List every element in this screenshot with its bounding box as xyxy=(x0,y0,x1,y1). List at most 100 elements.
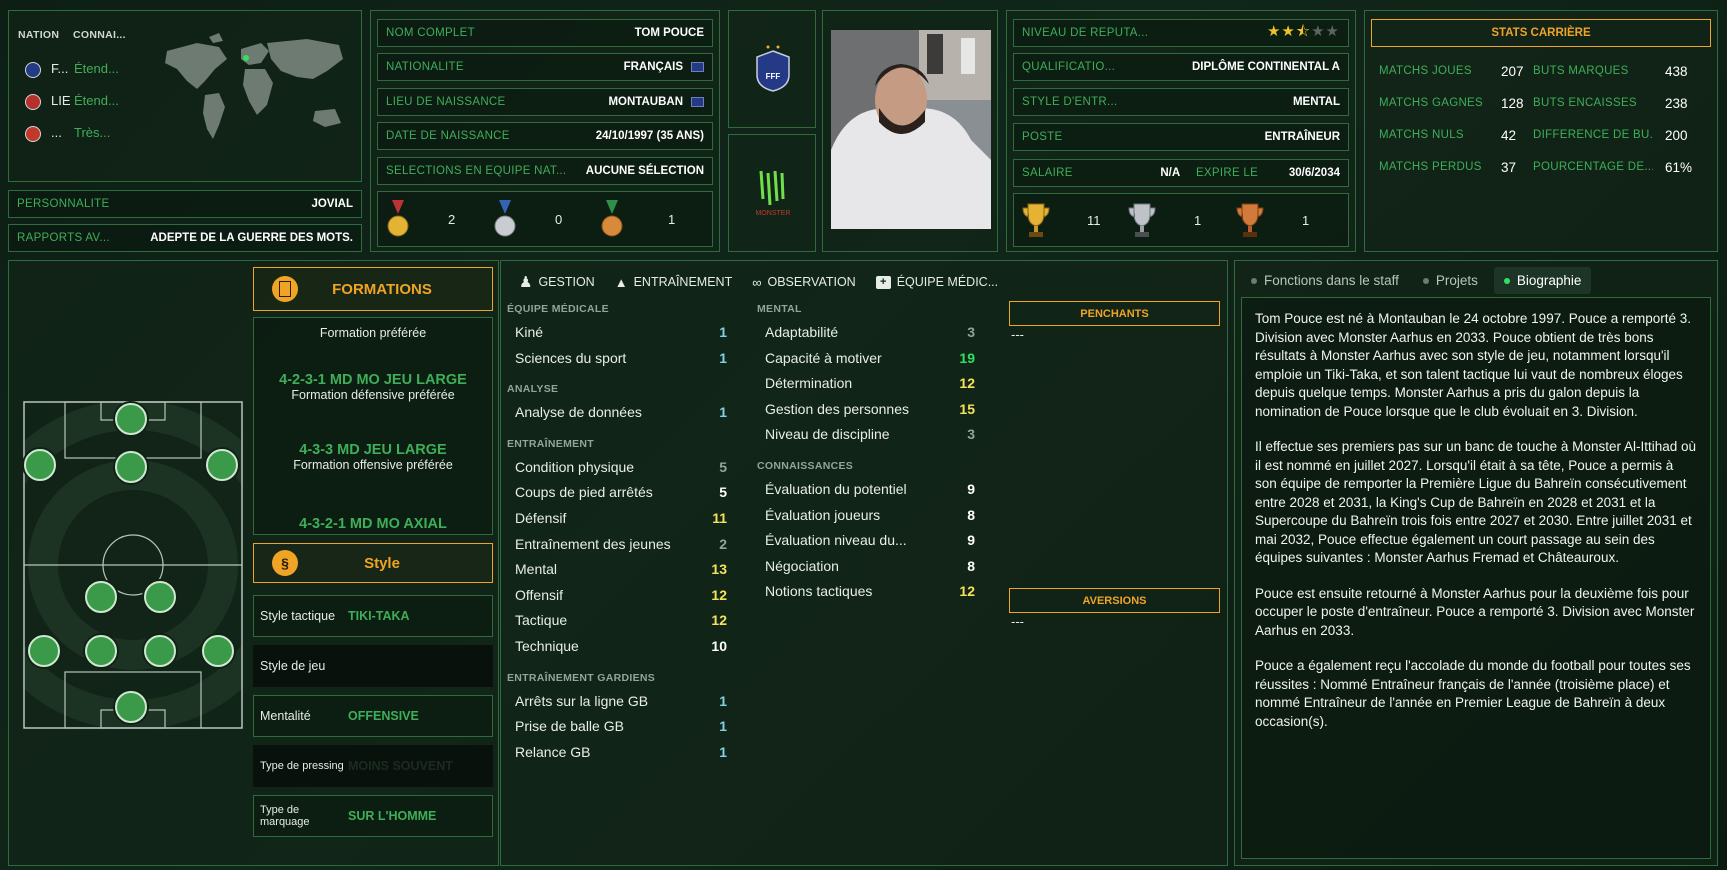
career-stat-label: BUTS MARQUÉS xyxy=(1533,65,1629,77)
style-row[interactable]: Mentalité OFFENSIVE xyxy=(253,695,493,737)
bio-paragraph: Tom Pouce est né à Montauban le 24 octob… xyxy=(1255,311,1692,419)
tab-entrainement[interactable]: ▲ ENTRAÎNEMENT xyxy=(615,273,733,291)
attribute-row: Tactique 12 xyxy=(515,612,727,628)
tab-biography[interactable]: Biographie xyxy=(1493,267,1592,294)
formation-defensive[interactable]: 4-2-3-1 MD MO JEU LARGE xyxy=(254,372,492,388)
tab-staff-functions[interactable]: Fonctions dans le staff xyxy=(1243,267,1407,294)
career-stat-value: 238 xyxy=(1665,96,1688,111)
tab-dot-icon xyxy=(1251,277,1257,284)
attribute-row: Défensif 11 xyxy=(515,510,727,526)
bronze-trophy-icon xyxy=(1236,203,1264,237)
formation-other[interactable]: 4-3-2-1 MD MO AXIAL xyxy=(254,516,492,532)
personality-label: PERSONNALITÉ xyxy=(17,198,110,210)
media-row: RAPPORTS AV... ADEPTE DE LA GUERRE DES M… xyxy=(8,224,362,252)
attribute-group-header: ANALYSE xyxy=(507,383,559,396)
attribute-row: Offensif 12 xyxy=(515,587,727,603)
photo-panel xyxy=(822,10,998,252)
identity-label: NOM COMPLET xyxy=(386,27,475,39)
player-dot xyxy=(115,403,147,435)
contract-label: STYLE D'ENTR... xyxy=(1022,96,1118,108)
style-row[interactable]: Style de jeu xyxy=(253,645,493,687)
attribute-value: 1 xyxy=(719,718,727,735)
style-header[interactable]: § Style xyxy=(253,543,493,583)
style-value: OFFENSIVE xyxy=(348,709,419,723)
attribute-row: Adaptabilité 3 xyxy=(765,324,975,340)
career-stat-value: 37 xyxy=(1501,160,1517,175)
attribute-value: 9 xyxy=(967,532,975,549)
attribute-value: 12 xyxy=(711,612,727,629)
attribute-name: Défensif xyxy=(515,510,567,526)
silver-trophy-count: 1 xyxy=(1194,213,1202,228)
attribute-row: Négociation 8 xyxy=(765,558,975,574)
tab-gestion[interactable]: ♟ GESTION xyxy=(519,273,595,291)
career-stat-label: DIFFÉRENCE DE BU... xyxy=(1533,129,1653,141)
biography-text: Tom Pouce est né à Montauban le 24 octob… xyxy=(1241,297,1711,859)
formation-defensive-caption: Formation défensive préférée xyxy=(291,388,455,402)
attribute-value: 12 xyxy=(959,583,975,600)
tab-observation[interactable]: ∞ OBSERVATION xyxy=(752,273,856,291)
attribute-name: Gestion des personnes xyxy=(765,400,909,417)
attribute-row: Évaluation niveau du... 9 xyxy=(765,532,975,548)
style-value: TIKI-TAKA xyxy=(348,609,410,623)
tab-dot-icon xyxy=(1503,277,1510,284)
binoculars-icon: ∞ xyxy=(752,274,762,290)
style-row[interactable]: Type de pressing MOINS SOUVENT xyxy=(253,745,493,787)
nation-flag-icon xyxy=(25,62,41,78)
player-dot xyxy=(85,581,117,613)
attribute-row: Gestion des personnes 15 xyxy=(765,401,975,417)
identity-label: LIEU DE NAISSANCE xyxy=(386,95,506,108)
style-row[interactable]: Type de marquage SUR L'HOMME xyxy=(253,795,493,837)
player-dot xyxy=(144,581,176,613)
contract-label: POSTE xyxy=(1022,131,1063,143)
sponsor-badge-panel: MONSTER xyxy=(728,134,816,252)
style-row[interactable]: Style tactique TIKI-TAKA xyxy=(253,595,493,637)
identity-row: NOM COMPLET TOM POUCE xyxy=(377,19,713,47)
monster-logo-icon: MONSTER xyxy=(756,170,791,217)
attribute-value: 1 xyxy=(719,404,727,421)
nation-name[interactable]: ... xyxy=(51,125,62,140)
career-stat-label: MATCHS PERDUS xyxy=(1379,161,1482,173)
contract-value: DIPLÔME CONTINENTAL A xyxy=(1191,61,1340,73)
style-value: SUR L'HOMME xyxy=(348,809,437,823)
dislikes-header: AVERSIONS xyxy=(1009,588,1220,613)
federation-badge-panel: FFF xyxy=(728,10,816,128)
career-stat-label: MATCHS JOUÉS xyxy=(1379,65,1472,77)
attribute-name: Détermination xyxy=(765,375,853,392)
bio-paragraph: Pouce a également reçu l'accolade du mon… xyxy=(1255,658,1691,729)
attribute-name: Négociation xyxy=(765,557,839,574)
attribute-value: 19 xyxy=(959,349,975,366)
tab-projects[interactable]: Projets xyxy=(1415,267,1486,294)
career-stat-value: 438 xyxy=(1665,64,1688,79)
attribute-row: Niveau de discipline 3 xyxy=(765,426,975,442)
career-stat-value: 207 xyxy=(1501,64,1524,79)
gold-trophy-count: 11 xyxy=(1087,213,1101,228)
player-dot xyxy=(28,635,60,667)
identity-row: DATE DE NAISSANCE 24/10/1997 (35 ANS) xyxy=(377,122,713,151)
attribute-name: Niveau de discipline xyxy=(765,426,890,443)
nation-name[interactable]: F... xyxy=(51,61,68,76)
nation-name[interactable]: LIE xyxy=(51,93,71,108)
bronze-medal-icon xyxy=(601,200,623,237)
attribute-name: Arrêts sur la ligne GB xyxy=(515,692,649,709)
gold-medal-icon xyxy=(387,200,409,237)
formation-offensive[interactable]: 4-3-3 MD JEU LARGE xyxy=(254,442,492,458)
player-dot xyxy=(206,449,238,481)
media-label: RAPPORTS AV... xyxy=(17,232,110,244)
nation-header: NATION xyxy=(18,29,60,41)
attribute-row: Relance GB 1 xyxy=(515,744,727,760)
formation-offensive-caption: Formation offensive préférée xyxy=(293,458,453,472)
attribute-group-header: ÉQUIPE MÉDICALE xyxy=(507,303,609,315)
formations-box: Formation préférée 4-2-3-1 MD MO JEU LAR… xyxy=(253,317,493,535)
formations-header[interactable]: FORMATIONS xyxy=(253,267,493,311)
attribute-name: Mental xyxy=(515,561,558,578)
likes-value: --- xyxy=(1011,327,1024,342)
career-stat-label: POURCENTAGE DE... xyxy=(1533,161,1653,173)
salary-value: N/A xyxy=(1160,167,1181,179)
attribute-value: 1 xyxy=(719,692,727,709)
bio-tabs: Fonctions dans le staff Projets Biograph… xyxy=(1243,267,1592,294)
tab-medical[interactable]: + ÉQUIPE MÉDIC... xyxy=(875,273,998,291)
career-stats-title: STATS CARRIÈRE xyxy=(1371,19,1711,47)
contract-panel: NIVEAU DE RÉPUTA... ★★⯪★★ QUALIFICATIO..… xyxy=(1006,10,1356,252)
salary-row: SALAIRE N/A EXPIRE LE 30/6/2034 xyxy=(1013,159,1349,187)
gold-medal-count: 2 xyxy=(448,212,456,227)
